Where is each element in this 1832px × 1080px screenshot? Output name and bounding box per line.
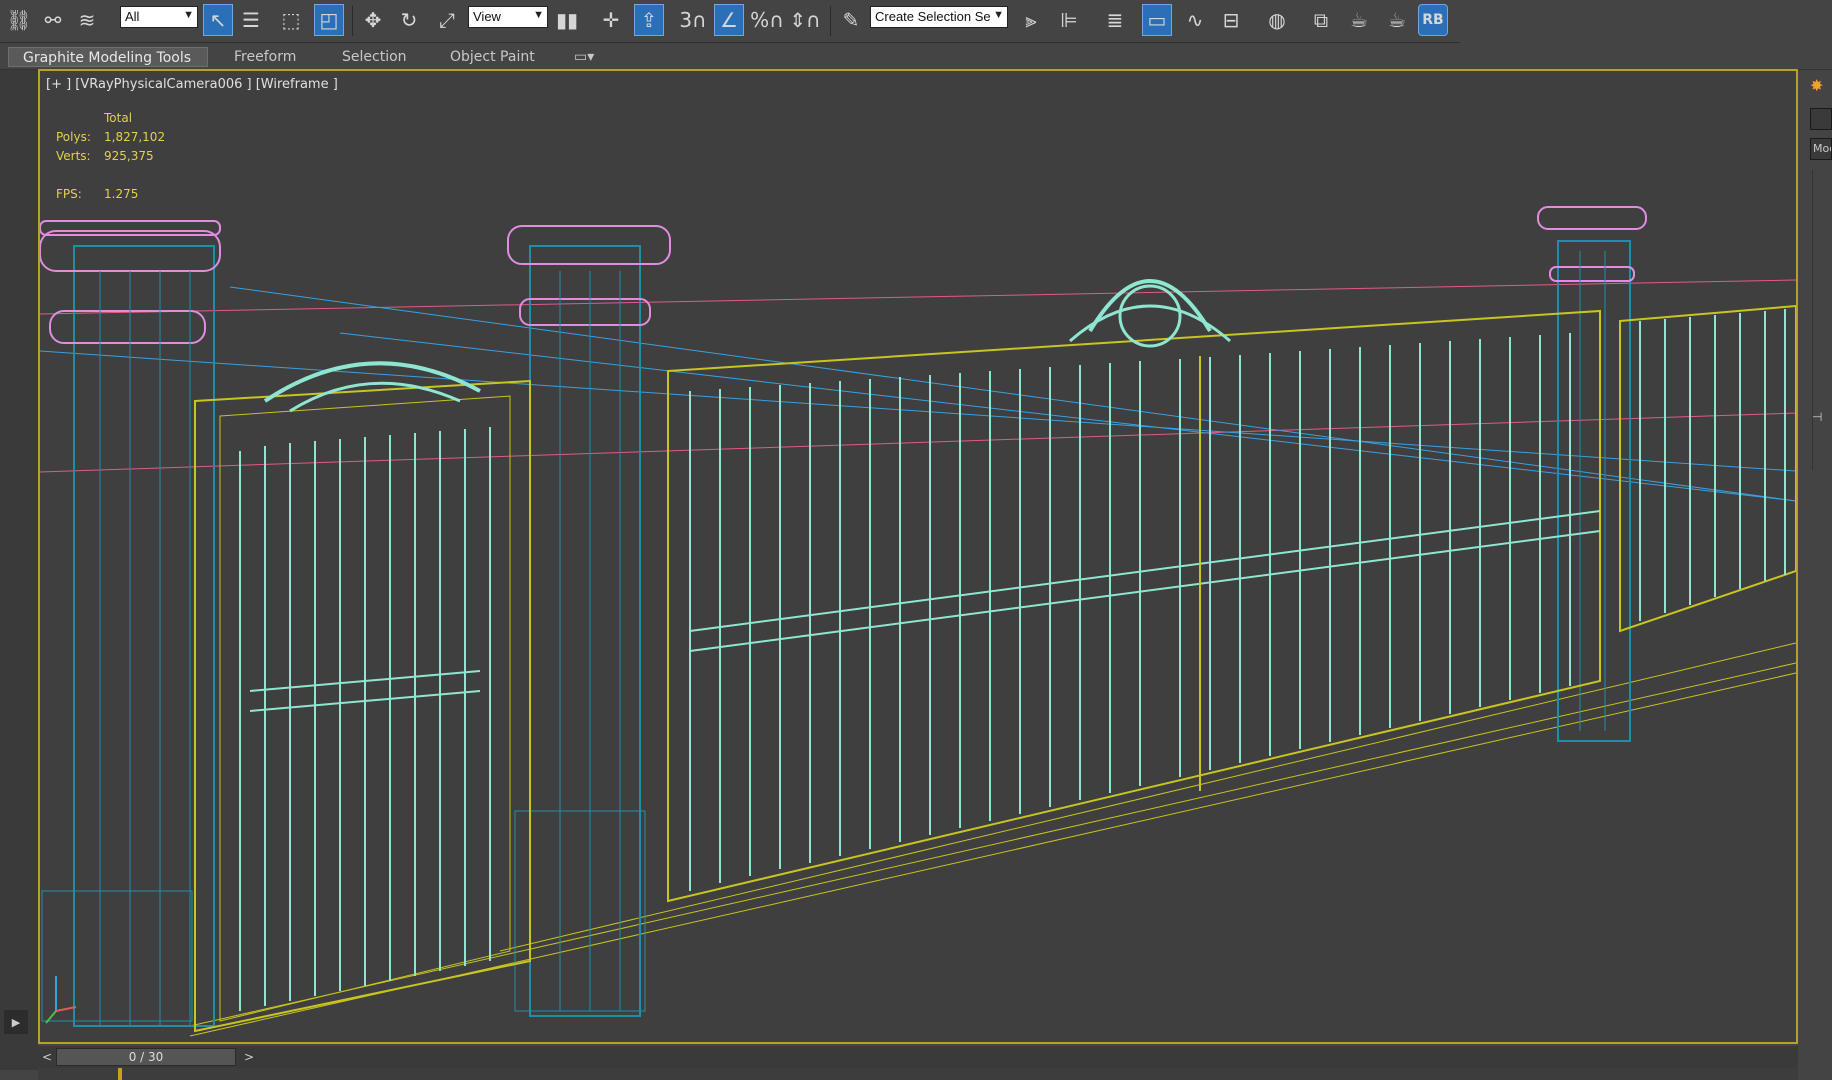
tab-graphite-modeling-tools[interactable]: Graphite Modeling Tools <box>8 47 208 67</box>
next-frame-button[interactable]: > <box>244 1048 254 1066</box>
percent-snap-icon[interactable]: % ∩ <box>750 4 784 36</box>
time-slider[interactable]: 0 / 30 <box>56 1048 236 1066</box>
fps-label: FPS: <box>56 187 82 201</box>
base-lines <box>189 642 1796 1037</box>
prev-frame-button[interactable]: < <box>42 1048 52 1066</box>
stats-header: Total <box>104 111 133 125</box>
viewport-statistics: Total Polys: 1,827,102 Verts: 925,375 FPS:… <box>56 109 165 204</box>
tab-selection[interactable]: Selection <box>328 47 421 67</box>
fps-value: 1.275 <box>104 187 139 201</box>
perspective-viewport[interactable]: [+ ] [VRayPhysicalCamera006 ] [Wireframe… <box>38 69 1798 1044</box>
angle-snap-icon[interactable]: ∠ <box>714 4 744 36</box>
rendered-frame-icon[interactable]: ☕ <box>1344 4 1374 36</box>
select-by-name-icon[interactable]: ☰ <box>236 4 266 36</box>
command-panel: ✸ Moc ⊣ <box>1798 70 1832 1070</box>
time-slider-bar: < 0 / 30 > <box>38 1046 1798 1068</box>
tab-freeform[interactable]: Freeform <box>220 47 310 67</box>
middle-column <box>507 225 671 1017</box>
named-selection-dropdown[interactable]: Create Selection Se ▼ <box>870 6 1008 28</box>
time-slider-frame: 0 / 30 <box>128 1050 164 1064</box>
verts-label: Verts: <box>56 149 91 163</box>
render-iterative-icon[interactable]: RB <box>1418 4 1448 36</box>
snap-toggle-icon[interactable]: 3 ∩ <box>678 4 708 36</box>
chevron-down-icon: ▼ <box>533 9 544 21</box>
create-tab-icon[interactable]: ✸ <box>1810 76 1823 95</box>
selection-filter-value: All <box>125 9 140 24</box>
toolbar-divider <box>830 6 831 36</box>
current-frame-marker <box>118 1068 122 1080</box>
scale-icon[interactable]: ⤢ <box>432 4 462 36</box>
spinner-snap-icon[interactable]: ⇕∩ <box>789 4 820 36</box>
tab-label: Freeform <box>234 49 297 65</box>
toolbar-divider <box>352 6 353 36</box>
tab-label: Object Paint <box>450 49 535 65</box>
named-selection-value: Create Selection Se <box>875 9 991 24</box>
left-column <box>40 220 221 1027</box>
main-toolbar: ⛓ ⚯ ≋ All ▼ ↖ ☰ ⬚ ◰ ✥ ↻ ⤢ View ▼ ▮▮ ✛ ⇪ 3 ∩… <box>0 0 1460 43</box>
render-icon[interactable]: ☕ <box>1382 4 1412 36</box>
modifier-stack[interactable] <box>1812 170 1832 470</box>
wireframe-render <box>40 206 1796 1037</box>
snap-toggle-label: 3 <box>679 8 693 32</box>
tab-object-paint[interactable]: Object Paint <box>436 47 549 67</box>
align-icon[interactable]: ⊫ <box>1054 4 1084 36</box>
move-icon[interactable]: ✥ <box>358 4 388 36</box>
curve-editor-icon[interactable]: ∿ <box>1180 4 1210 36</box>
object-name-field[interactable] <box>1810 108 1832 130</box>
axis-tripod <box>45 976 77 1024</box>
polys-value: 1,827,102 <box>104 130 166 144</box>
selection-filter-dropdown[interactable]: All ▼ <box>120 6 198 28</box>
polys-label: Polys: <box>56 130 91 144</box>
select-object-icon[interactable]: ↖ <box>203 4 233 36</box>
rotate-icon[interactable]: ↻ <box>394 4 424 36</box>
pin-stack-icon[interactable]: ⊣ <box>1812 410 1822 424</box>
material-editor-icon[interactable]: ◍ <box>1262 4 1292 36</box>
percent-snap-label: % <box>750 8 770 32</box>
mirror-icon[interactable]: ⫸ <box>1016 4 1046 36</box>
chevron-down-icon: ▼ <box>183 9 194 21</box>
tab-label: Selection <box>342 49 407 65</box>
guide-lines <box>40 279 1796 502</box>
ribbon-options-icon[interactable]: ▭▾ <box>560 47 608 67</box>
use-pivot-icon[interactable]: ▮▮ <box>552 4 582 36</box>
left-gate <box>194 361 531 1033</box>
rect-region-icon[interactable]: ⬚ <box>276 4 306 36</box>
ribbon-toggle-icon[interactable]: ▭ <box>1142 4 1172 36</box>
ribbon-bar: Graphite Modeling Tools Freeform Selecti… <box>0 43 1832 70</box>
select-manipulate-icon[interactable]: ✛ <box>596 4 626 36</box>
edit-named-sets-icon[interactable]: ✎ <box>836 4 866 36</box>
track-bar-ruler[interactable] <box>38 1068 1798 1080</box>
window-crossing-icon[interactable]: ◰ <box>314 4 344 36</box>
play-icon[interactable]: ▶ <box>4 1010 28 1034</box>
right-column <box>1537 206 1647 742</box>
unlink-icon[interactable]: ⚯ <box>38 4 68 36</box>
toolbar-empty-area <box>1460 0 1832 42</box>
link-icon[interactable]: ⛓ <box>4 4 34 36</box>
rb-button-label: RB <box>1422 12 1444 28</box>
modifier-list-label: Moc <box>1813 142 1831 155</box>
schematic-view-icon[interactable]: ⊟ <box>1216 4 1246 36</box>
bind-spacewarp-icon[interactable]: ≋ <box>72 4 102 36</box>
reference-coord-value: View <box>473 9 501 24</box>
left-side-strip <box>0 70 38 1070</box>
center-gate <box>667 279 1601 903</box>
viewport-label[interactable]: [+ ] [VRayPhysicalCamera006 ] [Wireframe… <box>46 77 338 92</box>
right-fence <box>1619 304 1796 633</box>
render-setup-icon[interactable]: ⧉ <box>1306 4 1336 36</box>
verts-value: 925,375 <box>104 149 154 163</box>
reference-coord-dropdown[interactable]: View ▼ <box>468 6 548 28</box>
keyboard-shortcut-icon[interactable]: ⇪ <box>634 4 664 36</box>
chevron-down-icon: ▼ <box>993 9 1004 21</box>
modifier-list-dropdown[interactable]: Moc <box>1810 138 1832 160</box>
layer-manager-icon[interactable]: ≣ <box>1100 4 1130 36</box>
tab-label: Graphite Modeling Tools <box>23 50 192 66</box>
